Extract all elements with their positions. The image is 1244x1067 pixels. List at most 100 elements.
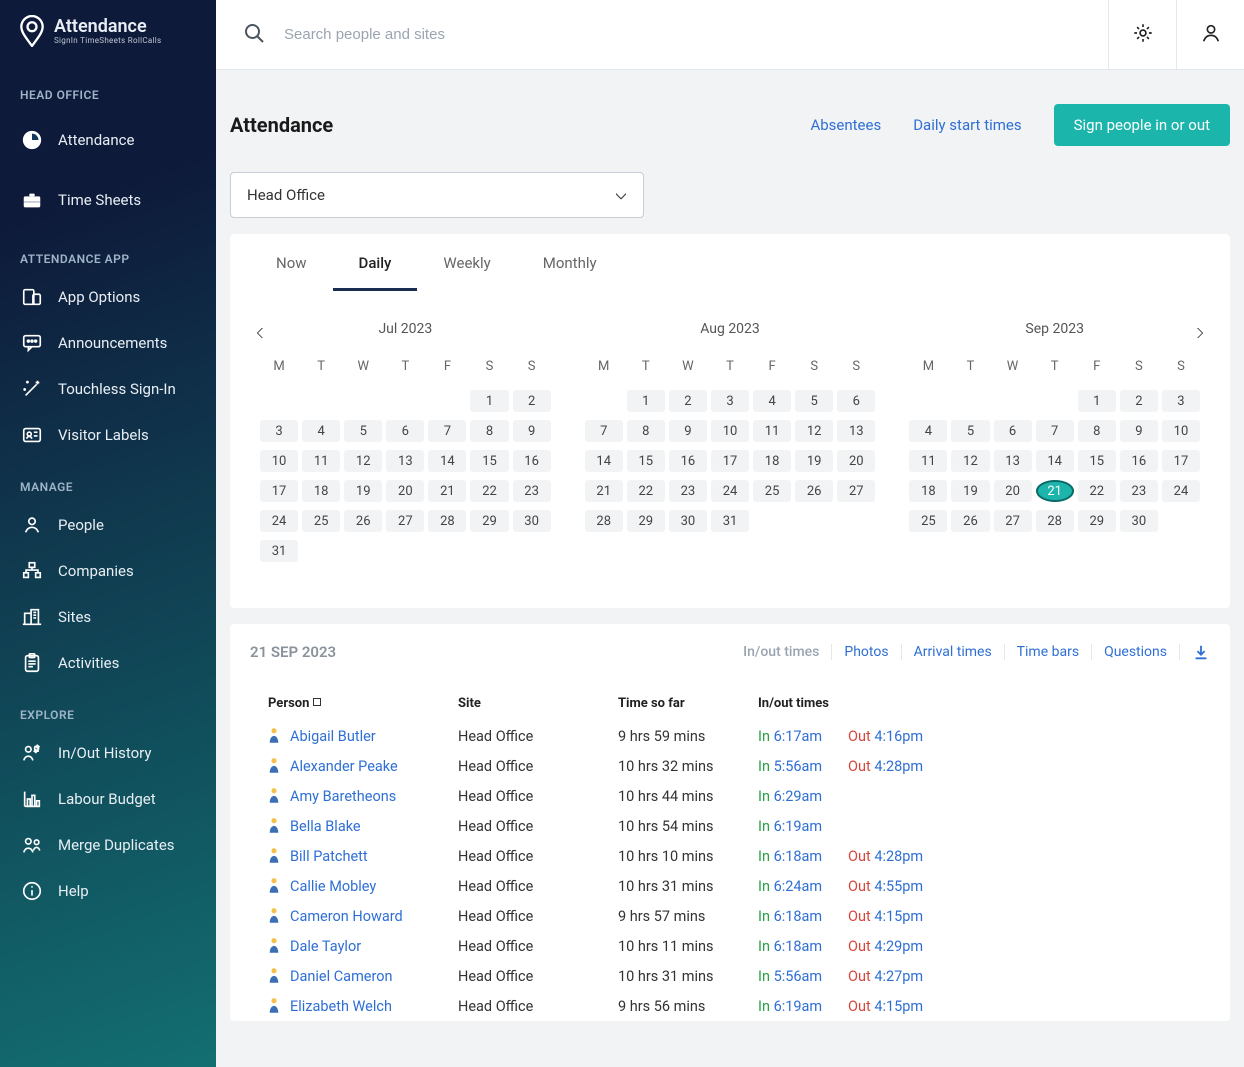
sidebar-item-visitor-labels[interactable]: Visitor Labels [0, 412, 216, 458]
calendar-day[interactable]: 9 [513, 420, 551, 442]
calendar-day[interactable]: 31 [711, 510, 749, 532]
calendar-day[interactable]: 26 [795, 480, 833, 502]
calendar-day[interactable]: 21 [585, 480, 623, 502]
sidebar-item-merge-duplicates[interactable]: Merge Duplicates [0, 822, 216, 868]
calendar-day[interactable]: 6 [837, 390, 875, 412]
calendar-day[interactable]: 16 [669, 450, 707, 472]
calendar-day[interactable]: 30 [669, 510, 707, 532]
calendar-day[interactable]: 20 [837, 450, 875, 472]
calendar-day[interactable]: 14 [1036, 450, 1074, 472]
calendar-day[interactable]: 2 [513, 390, 551, 412]
calendar-day[interactable]: 26 [951, 510, 989, 532]
calendar-day[interactable]: 14 [585, 450, 623, 472]
calendar-day[interactable]: 4 [909, 420, 947, 442]
col-in-out-times[interactable]: In/out times [758, 696, 938, 711]
person-link[interactable]: Bella Blake [268, 817, 458, 835]
col-person[interactable]: Person [268, 696, 458, 711]
site-select[interactable]: Head Office [230, 172, 644, 218]
calendar-day[interactable]: 14 [428, 450, 466, 472]
calendar-day[interactable]: 16 [1120, 450, 1158, 472]
calendar-day[interactable]: 19 [344, 480, 382, 502]
calendar-day[interactable]: 24 [711, 480, 749, 502]
calendar-day[interactable]: 29 [627, 510, 665, 532]
calendar-day[interactable]: 16 [513, 450, 551, 472]
calendar-day[interactable]: 24 [1162, 480, 1200, 502]
calendar-prev-button[interactable] [256, 327, 264, 343]
calendar-day[interactable]: 9 [1120, 420, 1158, 442]
person-link[interactable]: Callie Mobley [268, 877, 458, 895]
sidebar-item-sites[interactable]: Sites [0, 594, 216, 640]
person-link[interactable]: Dale Taylor [268, 937, 458, 955]
calendar-day[interactable]: 15 [470, 450, 508, 472]
calendar-day[interactable]: 19 [951, 480, 989, 502]
person-link[interactable]: Daniel Cameron [268, 967, 458, 985]
calendar-day[interactable]: 8 [627, 420, 665, 442]
view-questions[interactable]: Questions [1092, 640, 1179, 664]
sidebar-item-time-sheets[interactable]: Time Sheets [0, 170, 216, 230]
calendar-day[interactable]: 18 [302, 480, 340, 502]
calendar-day[interactable]: 22 [1078, 480, 1116, 502]
calendar-day[interactable]: 29 [470, 510, 508, 532]
view-photos[interactable]: Photos [832, 640, 900, 664]
sidebar-item-touchless-signin[interactable]: Touchless Sign-In [0, 366, 216, 412]
view-inout-times[interactable]: In/out times [731, 640, 831, 664]
calendar-day[interactable]: 4 [753, 390, 791, 412]
calendar-day[interactable]: 7 [585, 420, 623, 442]
calendar-day[interactable]: 8 [1078, 420, 1116, 442]
calendar-day[interactable]: 22 [627, 480, 665, 502]
calendar-day[interactable]: 21 [1036, 480, 1074, 502]
calendar-day[interactable]: 29 [1078, 510, 1116, 532]
calendar-day[interactable]: 9 [669, 420, 707, 442]
calendar-day[interactable]: 11 [909, 450, 947, 472]
calendar-day[interactable]: 27 [386, 510, 424, 532]
calendar-day[interactable]: 1 [1078, 390, 1116, 412]
person-link[interactable]: Alexander Peake [268, 757, 458, 775]
sidebar-item-announcements[interactable]: Announcements [0, 320, 216, 366]
search-input[interactable] [284, 26, 784, 43]
calendar-day[interactable]: 5 [344, 420, 382, 442]
calendar-day[interactable]: 10 [1162, 420, 1200, 442]
calendar-day[interactable]: 12 [344, 450, 382, 472]
calendar-day[interactable]: 28 [1036, 510, 1074, 532]
calendar-day[interactable]: 27 [994, 510, 1032, 532]
person-link[interactable]: Amy Baretheons [268, 787, 458, 805]
calendar-day[interactable]: 3 [711, 390, 749, 412]
sidebar-item-activities[interactable]: Activities [0, 640, 216, 686]
calendar-day[interactable]: 6 [994, 420, 1032, 442]
calendar-day[interactable]: 19 [795, 450, 833, 472]
calendar-day[interactable]: 18 [753, 450, 791, 472]
calendar-day[interactable]: 11 [753, 420, 791, 442]
view-arrival-times[interactable]: Arrival times [902, 640, 1004, 664]
calendar-day[interactable]: 20 [386, 480, 424, 502]
calendar-day[interactable]: 15 [627, 450, 665, 472]
calendar-day[interactable]: 17 [711, 450, 749, 472]
calendar-day[interactable]: 24 [260, 510, 298, 532]
person-link[interactable]: Bill Patchett [268, 847, 458, 865]
calendar-day[interactable]: 23 [1120, 480, 1158, 502]
sidebar-item-inout-history[interactable]: In/Out History [0, 730, 216, 776]
calendar-day[interactable]: 1 [627, 390, 665, 412]
calendar-day[interactable]: 30 [1120, 510, 1158, 532]
tab-now[interactable]: Now [250, 244, 333, 291]
tab-daily[interactable]: Daily [333, 244, 418, 291]
calendar-day[interactable]: 2 [669, 390, 707, 412]
calendar-day[interactable]: 28 [428, 510, 466, 532]
calendar-day[interactable]: 7 [1036, 420, 1074, 442]
calendar-day[interactable]: 2 [1120, 390, 1158, 412]
sidebar-item-attendance[interactable]: Attendance [0, 110, 216, 170]
calendar-day[interactable]: 11 [302, 450, 340, 472]
calendar-day[interactable]: 17 [260, 480, 298, 502]
calendar-next-button[interactable] [1196, 327, 1204, 343]
calendar-day[interactable]: 18 [909, 480, 947, 502]
calendar-day[interactable]: 10 [711, 420, 749, 442]
calendar-day[interactable]: 4 [302, 420, 340, 442]
calendar-day[interactable]: 13 [386, 450, 424, 472]
col-site[interactable]: Site [458, 696, 618, 711]
calendar-day[interactable]: 13 [837, 420, 875, 442]
tab-weekly[interactable]: Weekly [417, 244, 516, 291]
download-button[interactable] [1192, 643, 1210, 661]
calendar-day[interactable]: 7 [428, 420, 466, 442]
calendar-day[interactable]: 8 [470, 420, 508, 442]
calendar-day[interactable]: 31 [260, 540, 298, 562]
sidebar-item-app-options[interactable]: App Options [0, 274, 216, 320]
